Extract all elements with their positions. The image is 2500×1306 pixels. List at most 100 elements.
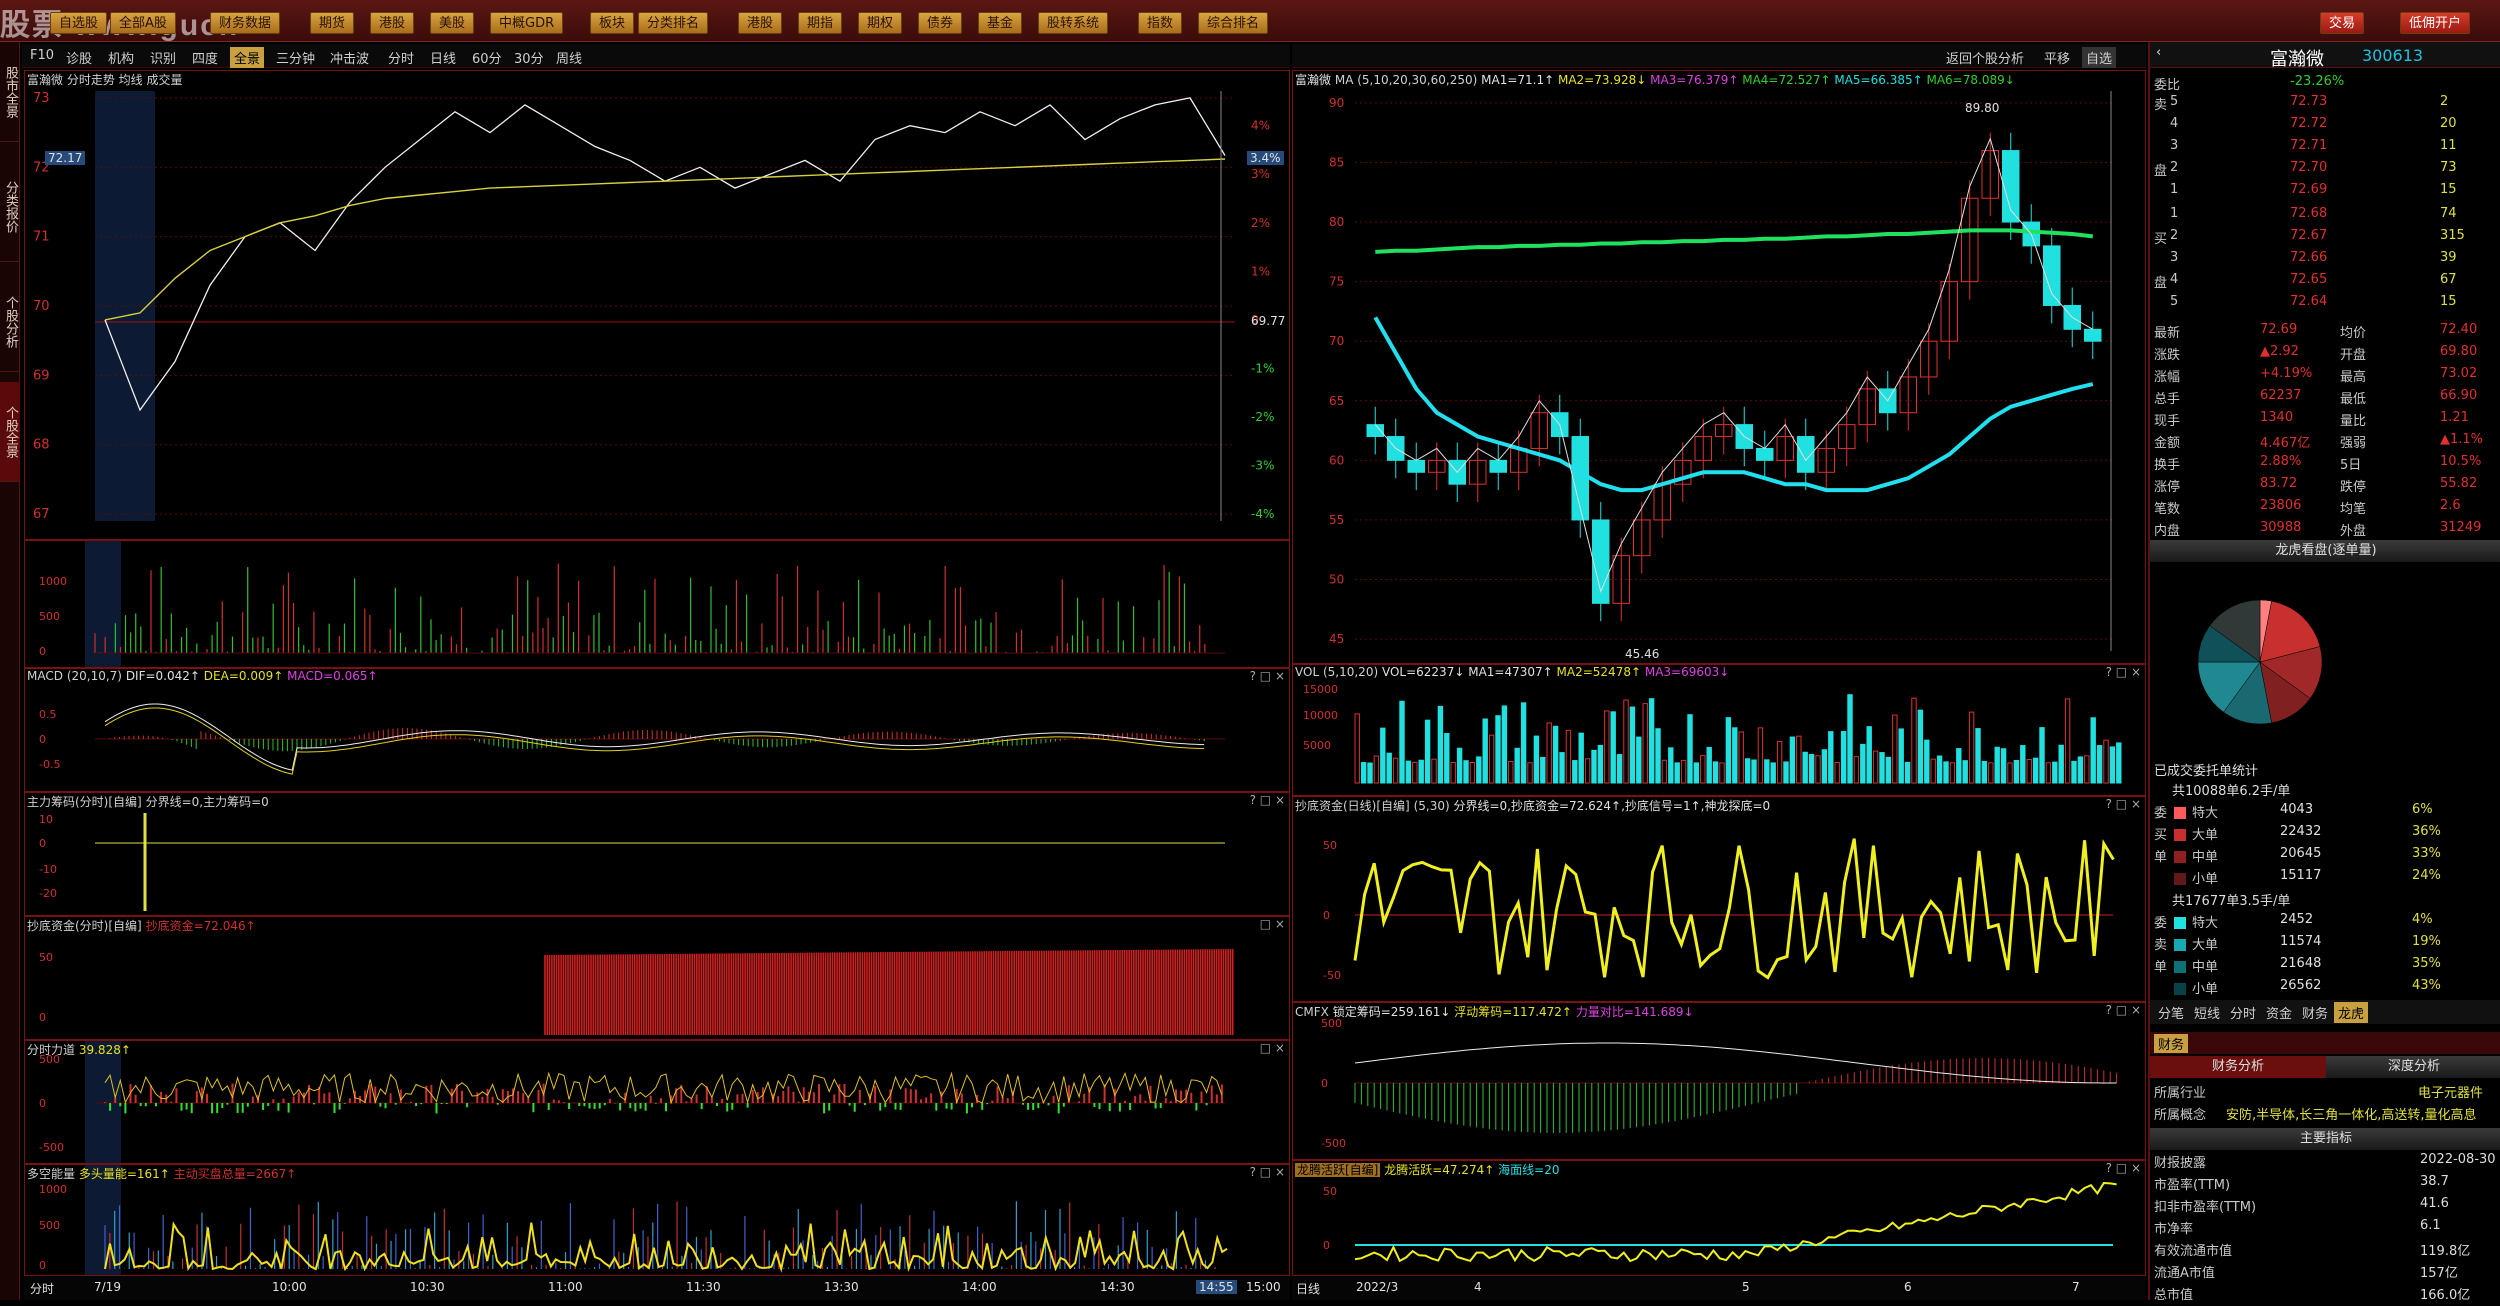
bid-level: 1 [2170, 206, 2179, 221]
toolbar-button[interactable]: 期权 [858, 12, 903, 34]
multi-name[interactable]: 多空能量 [27, 1167, 75, 1181]
toolbar-button[interactable]: 股转系统 [1038, 12, 1109, 34]
stat-value: 72.69 [2260, 322, 2298, 337]
open-account-button[interactable]: 低佣开户 [2400, 12, 2471, 34]
toolbar-button[interactable]: 指数 [1138, 12, 1183, 34]
bid-row: 5 72.64 15 [2150, 294, 2500, 316]
nav-item[interactable]: 分时 [384, 47, 418, 68]
toolbar-button[interactable]: 综合排名 [1198, 12, 1269, 34]
right-tab[interactable]: 分笔 [2154, 1002, 2188, 1023]
macd-name[interactable]: MACD [27, 669, 63, 683]
price-tick: 67 [33, 507, 50, 522]
toolbar-button[interactable]: 中概GDR [490, 12, 564, 34]
cmfx-name[interactable]: CMFX [1295, 1005, 1329, 1019]
intraday-chart-panel[interactable]: 富瀚微 分时走势 均线 成交量 73 72 71 70 69 68 67 4% 3% 2% 1% 0-… [24, 70, 1290, 540]
dvol-title: VOL (5,10,20) VOL=62237↓ MA1=47307↑ MA2=… [1295, 665, 1729, 679]
toolbar-button[interactable]: 债券 [918, 12, 963, 34]
nav-item[interactable]: 60分 [468, 47, 506, 68]
panel-controls[interactable]: ? □ × [2106, 1161, 2141, 1175]
panel-controls[interactable]: ? □ × [1250, 669, 1285, 683]
daily-chart-panel[interactable]: 90 85 80 75 70 65 60 55 50 45 富瀚微 MA (5,10,20,30,… [1292, 70, 2146, 664]
back-chevron-icon[interactable]: ‹ [2156, 45, 2161, 60]
bid-volume: 315 [2440, 228, 2465, 243]
toolbar-button[interactable]: 财务数据 [210, 12, 281, 34]
toolbar-button[interactable]: 港股 [370, 12, 415, 34]
vol-bar [1911, 697, 1917, 784]
fin-tab[interactable]: 财务 [2154, 1034, 2189, 1053]
sell-count: 21648 [2280, 956, 2322, 971]
current-pct-tag: 3.4% [1247, 151, 1284, 165]
panel-controls[interactable]: □ × [1260, 1041, 1285, 1055]
daily-period-button[interactable]: 日线 [1296, 1280, 1320, 1297]
vol-bar [1719, 762, 1725, 784]
dvol-name[interactable]: VOL [1295, 665, 1319, 679]
vol-bar [1994, 746, 2000, 784]
nav-item[interactable]: 全景 [230, 47, 265, 68]
intraday-period-button[interactable]: 分时 [30, 1280, 54, 1297]
nav-item[interactable]: 四度 [188, 47, 222, 68]
toolbar-button[interactable]: 期指 [798, 12, 843, 34]
sidebar-tab-overview[interactable]: 股市全景 [0, 42, 20, 142]
nav-item[interactable]: 周线 [552, 47, 586, 68]
vol-bar [1988, 762, 1994, 784]
chip-name[interactable]: 主力筹码(分时)[自编] [27, 795, 142, 809]
nav-item[interactable]: 三分钟 [272, 47, 319, 68]
toolbar-button[interactable]: 全部A股 [110, 12, 176, 34]
sidebar-tab-category[interactable]: 分类报价 [0, 152, 20, 262]
toolbar-button[interactable]: 期货 [310, 12, 355, 34]
watchlist-dropdown[interactable]: 自选 [2082, 47, 2117, 68]
sidebar-tab-panorama[interactable]: 个股全景 [0, 382, 20, 482]
back-to-analysis-link[interactable]: 返回个股分析 [1942, 47, 2028, 68]
bottomfund-name[interactable]: 抄底资金(分时)[自编] [27, 919, 142, 933]
nav-item[interactable]: 机构 [104, 47, 138, 68]
toolbar-button[interactable]: 港股 [738, 12, 783, 34]
axis-tick: 0 [39, 1259, 46, 1272]
daily-chart-svg[interactable]: 90 85 80 75 70 65 60 55 50 45 [1293, 71, 2145, 663]
dragon-name[interactable]: 龙腾活跃[自编] [1295, 1163, 1381, 1177]
panel-controls[interactable]: ? □ × [1250, 1165, 1285, 1179]
nav-item[interactable]: 冲击波 [326, 47, 373, 68]
axis-tick: 0 [39, 837, 46, 850]
nav-item[interactable]: 诊股 [62, 47, 96, 68]
sell-total: 共17677单3.5手/单 [2150, 890, 2500, 912]
force-name[interactable]: 分时力道 [27, 1043, 75, 1057]
vol-bar [1559, 752, 1565, 784]
vol-bar [1520, 702, 1527, 784]
trade-button[interactable]: 交易 [2320, 12, 2365, 34]
nav-item[interactable]: 日线 [426, 47, 460, 68]
ma-dropdown[interactable]: MA [1335, 73, 1354, 87]
vol-bar [1796, 735, 1802, 784]
toolbar-button[interactable]: 板块 [590, 12, 635, 34]
dfund-name[interactable]: 抄底资金(日线)[自编] [1295, 799, 1410, 813]
sidebar-tab-analysis[interactable]: 个股分析 [0, 272, 20, 372]
intraday-chart-svg[interactable]: 737271706968674%3%2%1%0-1%-2%-3%-4% [25, 71, 1289, 539]
toolbar-button[interactable]: 美股 [430, 12, 475, 34]
nav-item[interactable]: F10 [26, 47, 58, 64]
ask-row: 3 72.71 11 [2150, 138, 2500, 160]
right-tab[interactable]: 龙虎 [2334, 1002, 2369, 1023]
right-tab[interactable]: 资金 [2262, 1002, 2296, 1023]
panel-controls[interactable]: ? □ × [2106, 1003, 2141, 1017]
color-swatch-icon [2174, 873, 2186, 885]
color-swatch-icon [2174, 917, 2186, 929]
toolbar-button[interactable]: 自选股 [50, 12, 108, 34]
fin-subtab-deep[interactable]: 深度分析 [2326, 1056, 2500, 1078]
pan-toggle[interactable]: 平移 [2040, 47, 2074, 68]
panel-controls[interactable]: ? □ × [2106, 797, 2141, 811]
daily-volume-panel: 15000 10000 5000 VOL (5,10,20) VOL=62237↓ … [1292, 664, 2146, 796]
fin-subtab-analysis[interactable]: 财务分析 [2150, 1056, 2326, 1078]
right-tab[interactable]: 分时 [2226, 1002, 2260, 1023]
series-price [104, 97, 1226, 412]
toolbar-button[interactable]: 基金 [978, 12, 1023, 34]
nav-item[interactable]: 识别 [146, 47, 180, 68]
right-tab[interactable]: 财务 [2298, 1002, 2332, 1023]
vol-bar [1418, 759, 1424, 784]
toolbar-button[interactable]: 分类排名 [638, 12, 709, 34]
panel-controls[interactable]: ? □ × [1250, 793, 1285, 807]
panel-controls[interactable]: □ × [1260, 917, 1285, 931]
panel-controls[interactable]: ? □ × [2106, 665, 2141, 679]
stat-label2: 5日 [2340, 458, 2362, 473]
nav-item[interactable]: 30分 [510, 47, 548, 68]
right-tab[interactable]: 短线 [2190, 1002, 2224, 1023]
stat-value: 4.467亿 [2260, 436, 2311, 451]
